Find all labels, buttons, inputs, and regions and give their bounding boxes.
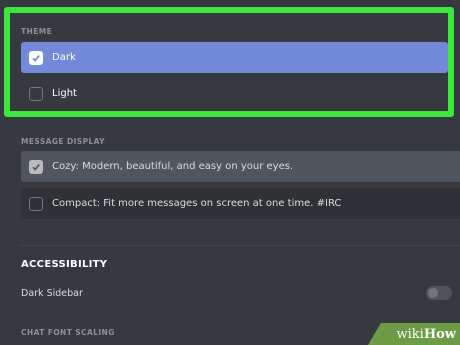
message-display-option-compact[interactable]: Compact: Fit more messages on screen at … — [21, 188, 460, 219]
watermark-part1: wiki — [396, 326, 424, 342]
message-display-option-label: Cozy: Modern, beautiful, and easy on you… — [52, 161, 294, 172]
message-display-section-label: MESSAGE DISPLAY — [21, 137, 105, 146]
accessibility-heading: ACCESSIBILITY — [21, 259, 108, 270]
checkbox-icon — [29, 196, 43, 211]
theme-option-label: Light — [52, 88, 77, 99]
chat-font-scaling-section-label: CHAT FONT SCALING — [21, 328, 115, 337]
checkbox-icon — [29, 86, 43, 101]
wikihow-watermark: wiki How — [368, 323, 460, 345]
dark-sidebar-toggle[interactable] — [426, 286, 452, 300]
check-icon — [29, 50, 43, 65]
section-divider — [21, 245, 460, 246]
theme-option-label: Dark — [52, 52, 76, 63]
message-display-option-cozy[interactable]: Cozy: Modern, beautiful, and easy on you… — [21, 151, 460, 182]
toggle-knob — [428, 288, 438, 298]
theme-option-dark[interactable]: Dark — [21, 42, 448, 73]
theme-option-light[interactable]: Light — [21, 78, 448, 109]
theme-section-label: THEME — [21, 27, 53, 36]
message-display-option-label: Compact: Fit more messages on screen at … — [52, 198, 342, 209]
dark-sidebar-label: Dark Sidebar — [21, 288, 83, 299]
watermark-part2: How — [423, 326, 456, 342]
check-icon — [29, 159, 43, 174]
